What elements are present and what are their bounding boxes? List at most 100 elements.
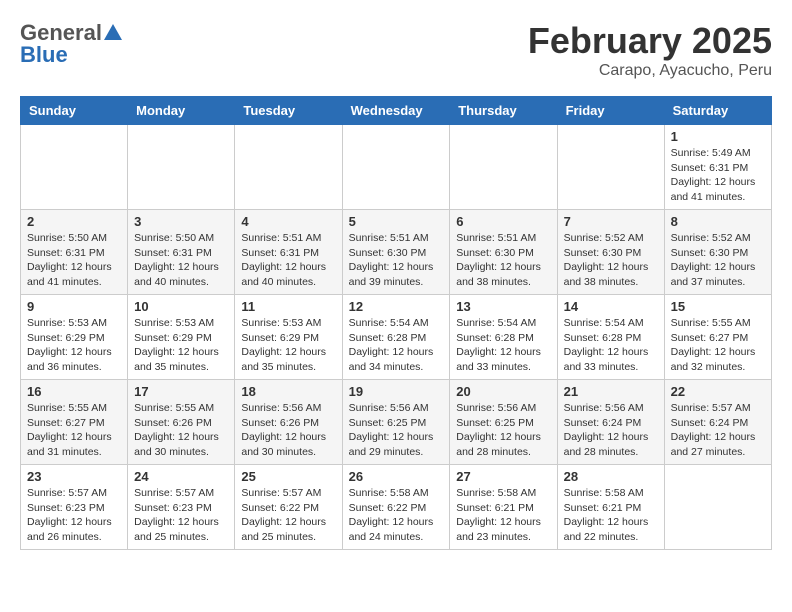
day-info: Sunrise: 5:50 AMSunset: 6:31 PMDaylight:…	[27, 231, 121, 290]
calendar-cell: 27 Sunrise: 5:58 AMSunset: 6:21 PMDayligh…	[450, 465, 557, 550]
calendar-cell: 9 Sunrise: 5:53 AMSunset: 6:29 PMDaylight…	[21, 295, 128, 380]
day-number: 8	[671, 214, 765, 229]
calendar-cell: 6 Sunrise: 5:51 AMSunset: 6:30 PMDaylight…	[450, 210, 557, 295]
calendar-cell: 7 Sunrise: 5:52 AMSunset: 6:30 PMDaylight…	[557, 210, 664, 295]
day-info: Sunrise: 5:58 AMSunset: 6:22 PMDaylight:…	[349, 486, 444, 545]
day-number: 23	[27, 469, 121, 484]
day-info: Sunrise: 5:57 AMSunset: 6:22 PMDaylight:…	[241, 486, 335, 545]
column-header-friday: Friday	[557, 97, 664, 125]
day-info: Sunrise: 5:55 AMSunset: 6:27 PMDaylight:…	[27, 401, 121, 460]
logo-blue-text: Blue	[20, 42, 68, 68]
day-number: 10	[134, 299, 228, 314]
day-number: 15	[671, 299, 765, 314]
day-info: Sunrise: 5:53 AMSunset: 6:29 PMDaylight:…	[241, 316, 335, 375]
day-info: Sunrise: 5:56 AMSunset: 6:25 PMDaylight:…	[456, 401, 550, 460]
page-header: General Blue February 2025 Carapo, Ayacu…	[20, 20, 772, 80]
location-subtitle: Carapo, Ayacucho, Peru	[528, 62, 772, 80]
day-number: 13	[456, 299, 550, 314]
calendar-header-row: SundayMondayTuesdayWednesdayThursdayFrid…	[21, 97, 772, 125]
calendar-cell: 5Sunrise: 5:51 AMSunset: 6:30 PMDaylight…	[342, 210, 450, 295]
day-info: Sunrise: 5:54 AMSunset: 6:28 PMDaylight:…	[456, 316, 550, 375]
day-info: Sunrise: 5:52 AMSunset: 6:30 PMDaylight:…	[671, 231, 765, 290]
day-number: 14	[564, 299, 658, 314]
day-info: Sunrise: 5:58 AMSunset: 6:21 PMDaylight:…	[564, 486, 658, 545]
calendar-cell: 15 Sunrise: 5:55 AMSunset: 6:27 PMDayligh…	[664, 295, 771, 380]
calendar-cell	[342, 125, 450, 210]
calendar-cell: 22Sunrise: 5:57 AMSunset: 6:24 PMDayligh…	[664, 380, 771, 465]
calendar-cell: 4 Sunrise: 5:51 AMSunset: 6:31 PMDaylight…	[235, 210, 342, 295]
column-header-tuesday: Tuesday	[235, 97, 342, 125]
day-info: Sunrise: 5:54 AMSunset: 6:28 PMDaylight:…	[564, 316, 658, 375]
calendar-cell: 28 Sunrise: 5:58 AMSunset: 6:21 PMDayligh…	[557, 465, 664, 550]
day-info: Sunrise: 5:50 AMSunset: 6:31 PMDaylight:…	[134, 231, 228, 290]
day-info: Sunrise: 5:51 AMSunset: 6:30 PMDaylight:…	[456, 231, 550, 290]
day-number: 11	[241, 299, 335, 314]
day-number: 2	[27, 214, 121, 229]
calendar-week-5: 23 Sunrise: 5:57 AMSunset: 6:23 PMDayligh…	[21, 465, 772, 550]
calendar-cell: 17 Sunrise: 5:55 AMSunset: 6:26 PMDayligh…	[128, 380, 235, 465]
day-info: Sunrise: 5:57 AMSunset: 6:24 PMDaylight:…	[671, 401, 765, 460]
day-number: 26	[349, 469, 444, 484]
calendar-table: SundayMondayTuesdayWednesdayThursdayFrid…	[20, 96, 772, 550]
day-info: Sunrise: 5:53 AMSunset: 6:29 PMDaylight:…	[27, 316, 121, 375]
calendar-cell	[235, 125, 342, 210]
day-number: 19	[349, 384, 444, 399]
calendar-cell: 2 Sunrise: 5:50 AMSunset: 6:31 PMDaylight…	[21, 210, 128, 295]
calendar-cell: 3 Sunrise: 5:50 AMSunset: 6:31 PMDaylight…	[128, 210, 235, 295]
calendar-week-3: 9 Sunrise: 5:53 AMSunset: 6:29 PMDaylight…	[21, 295, 772, 380]
calendar-cell: 11 Sunrise: 5:53 AMSunset: 6:29 PMDayligh…	[235, 295, 342, 380]
calendar-week-1: 1 Sunrise: 5:49 AMSunset: 6:31 PMDaylight…	[21, 125, 772, 210]
calendar-cell: 23 Sunrise: 5:57 AMSunset: 6:23 PMDayligh…	[21, 465, 128, 550]
calendar-cell: 19 Sunrise: 5:56 AMSunset: 6:25 PMDayligh…	[342, 380, 450, 465]
day-info: Sunrise: 5:52 AMSunset: 6:30 PMDaylight:…	[564, 231, 658, 290]
day-number: 5	[349, 214, 444, 229]
day-number: 6	[456, 214, 550, 229]
month-title: February 2025	[528, 20, 772, 62]
calendar-cell: 8 Sunrise: 5:52 AMSunset: 6:30 PMDaylight…	[664, 210, 771, 295]
logo: General Blue	[20, 20, 124, 68]
calendar-cell: 25 Sunrise: 5:57 AMSunset: 6:22 PMDayligh…	[235, 465, 342, 550]
day-number: 28	[564, 469, 658, 484]
day-info: Sunrise: 5:56 AMSunset: 6:25 PMDaylight:…	[349, 401, 444, 460]
calendar-week-4: 16Sunrise: 5:55 AMSunset: 6:27 PMDayligh…	[21, 380, 772, 465]
calendar-cell: 21 Sunrise: 5:56 AMSunset: 6:24 PMDayligh…	[557, 380, 664, 465]
calendar-cell: 12Sunrise: 5:54 AMSunset: 6:28 PMDayligh…	[342, 295, 450, 380]
day-number: 4	[241, 214, 335, 229]
day-number: 17	[134, 384, 228, 399]
calendar-cell	[557, 125, 664, 210]
day-info: Sunrise: 5:57 AMSunset: 6:23 PMDaylight:…	[27, 486, 121, 545]
day-info: Sunrise: 5:57 AMSunset: 6:23 PMDaylight:…	[134, 486, 228, 545]
day-number: 18	[241, 384, 335, 399]
day-info: Sunrise: 5:49 AMSunset: 6:31 PMDaylight:…	[671, 146, 765, 205]
logo-triangle-icon	[102, 22, 124, 44]
column-header-saturday: Saturday	[664, 97, 771, 125]
calendar-cell: 26 Sunrise: 5:58 AMSunset: 6:22 PMDayligh…	[342, 465, 450, 550]
column-header-wednesday: Wednesday	[342, 97, 450, 125]
day-number: 25	[241, 469, 335, 484]
calendar-cell	[664, 465, 771, 550]
day-info: Sunrise: 5:58 AMSunset: 6:21 PMDaylight:…	[456, 486, 550, 545]
day-number: 21	[564, 384, 658, 399]
day-number: 20	[456, 384, 550, 399]
day-number: 3	[134, 214, 228, 229]
title-block: February 2025 Carapo, Ayacucho, Peru	[528, 20, 772, 80]
day-info: Sunrise: 5:55 AMSunset: 6:27 PMDaylight:…	[671, 316, 765, 375]
calendar-cell: 1 Sunrise: 5:49 AMSunset: 6:31 PMDaylight…	[664, 125, 771, 210]
day-info: Sunrise: 5:56 AMSunset: 6:26 PMDaylight:…	[241, 401, 335, 460]
calendar-cell: 24 Sunrise: 5:57 AMSunset: 6:23 PMDayligh…	[128, 465, 235, 550]
day-info: Sunrise: 5:55 AMSunset: 6:26 PMDaylight:…	[134, 401, 228, 460]
column-header-thursday: Thursday	[450, 97, 557, 125]
day-info: Sunrise: 5:51 AMSunset: 6:31 PMDaylight:…	[241, 231, 335, 290]
calendar-cell: 20 Sunrise: 5:56 AMSunset: 6:25 PMDayligh…	[450, 380, 557, 465]
calendar-cell	[128, 125, 235, 210]
day-number: 24	[134, 469, 228, 484]
day-number: 7	[564, 214, 658, 229]
day-info: Sunrise: 5:56 AMSunset: 6:24 PMDaylight:…	[564, 401, 658, 460]
day-number: 1	[671, 129, 765, 144]
day-number: 12	[349, 299, 444, 314]
day-number: 27	[456, 469, 550, 484]
calendar-cell: 10Sunrise: 5:53 AMSunset: 6:29 PMDayligh…	[128, 295, 235, 380]
calendar-cell: 13 Sunrise: 5:54 AMSunset: 6:28 PMDayligh…	[450, 295, 557, 380]
calendar-cell	[450, 125, 557, 210]
day-number: 9	[27, 299, 121, 314]
